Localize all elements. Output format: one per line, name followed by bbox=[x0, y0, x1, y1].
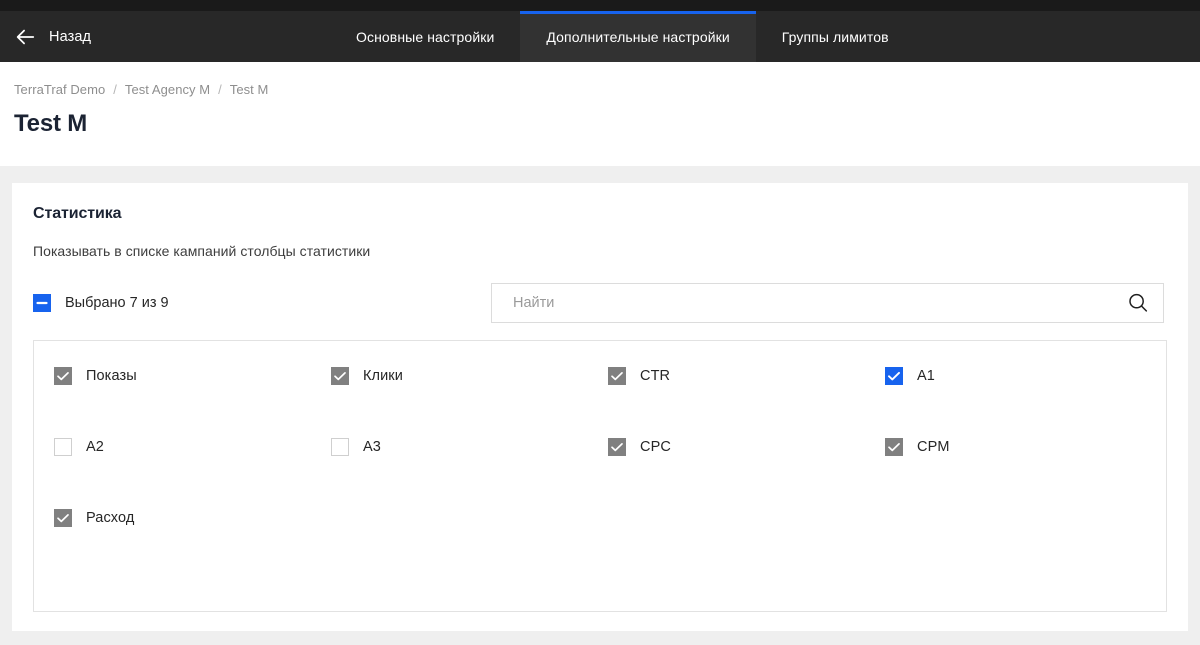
option-ctr[interactable]: CTR bbox=[608, 367, 670, 385]
card-subtitle: Показывать в списке кампаний столбцы ста… bbox=[33, 243, 371, 259]
check-icon bbox=[611, 372, 623, 381]
search-box[interactable] bbox=[491, 283, 1164, 323]
option-a3-label: A3 bbox=[363, 439, 381, 455]
breadcrumb: TerraTraf Demo / Test Agency M / Test M bbox=[14, 82, 1200, 97]
select-all-label: Выбрано 7 из 9 bbox=[65, 295, 169, 311]
page-header: TerraTraf Demo / Test Agency M / Test M … bbox=[0, 62, 1200, 166]
option-cpm-label: CPM bbox=[917, 439, 950, 455]
card-title: Статистика bbox=[33, 205, 122, 222]
window-top-strip bbox=[0, 0, 1200, 11]
check-icon bbox=[611, 443, 623, 452]
controls-row: Выбрано 7 из 9 bbox=[33, 283, 1167, 323]
tab-main-settings[interactable]: Основные настройки bbox=[330, 11, 520, 62]
option-a2-checkbox[interactable] bbox=[54, 438, 72, 456]
option-a2-label: A2 bbox=[86, 439, 104, 455]
option-spend[interactable]: Расход bbox=[54, 509, 134, 527]
option-ctr-label: CTR bbox=[640, 368, 671, 384]
minus-icon bbox=[36, 301, 48, 305]
back-button-label: Назад bbox=[49, 28, 92, 45]
option-cpc-checkbox[interactable] bbox=[608, 438, 626, 456]
top-navbar: Назад Основные настройки Дополнительные … bbox=[0, 11, 1200, 62]
check-icon bbox=[888, 443, 900, 452]
option-cpm-checkbox[interactable] bbox=[885, 438, 903, 456]
option-a1-label: A1 bbox=[917, 368, 935, 384]
back-button[interactable]: Назад bbox=[0, 11, 91, 62]
option-cpc[interactable]: CPC bbox=[608, 438, 671, 456]
search-input[interactable] bbox=[492, 284, 1163, 322]
page-title: Test M bbox=[14, 110, 88, 137]
select-all-control[interactable]: Выбрано 7 из 9 bbox=[33, 294, 491, 312]
search-icon[interactable] bbox=[1126, 291, 1150, 315]
breadcrumb-separator: / bbox=[218, 82, 222, 97]
breadcrumb-item-account[interactable]: TerraTraf Demo bbox=[14, 82, 105, 97]
option-cpc-label: CPC bbox=[640, 439, 671, 455]
option-a2[interactable]: A2 bbox=[54, 438, 104, 456]
statistics-columns-box: Показы Клики CTR A1 A2 A3 CPC CPM Расход bbox=[33, 340, 1167, 612]
option-impressions-label: Показы bbox=[86, 368, 137, 384]
check-icon bbox=[57, 372, 69, 381]
statistics-options-grid: Показы Клики CTR A1 A2 A3 CPC CPM Расход bbox=[34, 367, 1166, 527]
option-a3-checkbox[interactable] bbox=[331, 438, 349, 456]
option-spend-checkbox[interactable] bbox=[54, 509, 72, 527]
option-impressions-checkbox[interactable] bbox=[54, 367, 72, 385]
option-cpm[interactable]: CPM bbox=[885, 438, 950, 456]
tab-limit-groups[interactable]: Группы лимитов bbox=[756, 11, 915, 62]
tab-limit-groups-label: Группы лимитов bbox=[781, 28, 889, 45]
nav-tabs: Основные настройки Дополнительные настро… bbox=[330, 11, 915, 62]
select-all-checkbox[interactable] bbox=[33, 294, 51, 312]
option-clicks[interactable]: Клики bbox=[331, 367, 403, 385]
option-impressions[interactable]: Показы bbox=[54, 367, 137, 385]
check-icon bbox=[334, 372, 346, 381]
breadcrumb-item-current: Test M bbox=[229, 82, 269, 97]
option-a3[interactable]: A3 bbox=[331, 438, 381, 456]
statistics-card: Статистика Показывать в списке кампаний … bbox=[12, 183, 1188, 631]
check-icon bbox=[888, 371, 900, 381]
tab-additional-settings-label: Дополнительные настройки bbox=[546, 28, 730, 45]
content-area: Статистика Показывать в списке кампаний … bbox=[0, 166, 1200, 631]
option-spend-label: Расход bbox=[86, 510, 135, 526]
check-icon bbox=[57, 514, 69, 523]
arrow-left-icon bbox=[16, 29, 35, 44]
option-a1-checkbox[interactable] bbox=[885, 367, 903, 385]
option-ctr-checkbox[interactable] bbox=[608, 367, 626, 385]
tab-main-settings-label: Основные настройки bbox=[356, 28, 495, 45]
tab-additional-settings[interactable]: Дополнительные настройки bbox=[520, 11, 757, 62]
option-a1[interactable]: A1 bbox=[885, 367, 935, 385]
option-clicks-checkbox[interactable] bbox=[331, 367, 349, 385]
breadcrumb-item-agency[interactable]: Test Agency M bbox=[125, 82, 210, 97]
option-clicks-label: Клики bbox=[363, 368, 403, 384]
breadcrumb-separator: / bbox=[113, 82, 117, 97]
app-root: Назад Основные настройки Дополнительные … bbox=[0, 0, 1200, 645]
